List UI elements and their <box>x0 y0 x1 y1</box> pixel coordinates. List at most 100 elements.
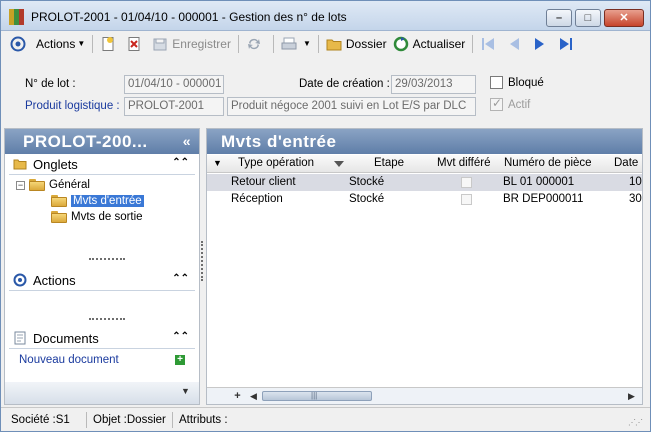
tree-node-mvts-entree[interactable]: Mvts d'entrée <box>51 195 144 207</box>
collapse-icon[interactable]: ⌃⌃ <box>172 157 189 168</box>
chevron-down-icon: ▼ <box>77 39 86 48</box>
product-description-field[interactable]: Produit négoce 2001 suivi en Lot E/S par… <box>227 97 476 116</box>
cell-numero: BL 01 000001 <box>503 176 575 188</box>
folder-button[interactable]: Dossier <box>323 33 390 55</box>
horizontal-scrollbar[interactable]: + ◀ ||| ▶ <box>207 387 642 404</box>
status-attributes: Attributs : <box>179 414 228 426</box>
cell-etape: Stocké <box>349 176 385 188</box>
navigation-panel: PROLOT-200... « Onglets ⌃⌃ − Général Mvt… <box>4 128 200 405</box>
delete-button[interactable] <box>123 33 149 55</box>
add-icon[interactable]: + <box>175 355 185 365</box>
tabs-section-title: Onglets <box>33 156 78 172</box>
print-menu[interactable]: ▼ <box>278 33 314 55</box>
next-icon <box>532 36 548 52</box>
tree-expander[interactable]: − <box>16 181 25 190</box>
cell-etape: Stocké <box>349 193 385 205</box>
scrollbar-thumb[interactable]: ||| <box>262 391 372 401</box>
cell-type: Réception <box>231 193 283 205</box>
actions-label: Actions <box>36 36 76 51</box>
panel-splitter[interactable] <box>201 241 204 281</box>
target-button[interactable] <box>7 33 33 55</box>
new-button[interactable] <box>97 33 123 55</box>
column-header-etape[interactable]: Etape <box>374 157 404 169</box>
scroll-left-icon[interactable]: ◀ <box>247 390 260 402</box>
toolbar: Actions ▼ Enregistrer ▼ Dossier Actualis… <box>1 31 650 56</box>
resize-grip-icon[interactable]: ⋰⋰ <box>628 418 643 427</box>
lot-number-field[interactable]: 01/04/10 - 000001 <box>124 75 224 94</box>
column-header-mvt-differe[interactable]: Mvt différé <box>437 157 490 169</box>
cell-date: 10 <box>629 176 642 188</box>
previous-icon <box>506 36 522 52</box>
column-header-numero[interactable]: Numéro de pièce <box>504 157 592 169</box>
first-record-button[interactable] <box>477 33 503 55</box>
tabs-tree: − Général Mvts d'entrée Mvts de sortie <box>5 175 199 237</box>
collapse-panel-icon[interactable]: « <box>183 129 191 154</box>
last-record-button[interactable] <box>555 33 581 55</box>
previous-record-button[interactable] <box>503 33 529 55</box>
panel-scroll-down[interactable]: ▼ <box>5 382 199 404</box>
product-code-field[interactable]: PROLOT-2001 <box>124 97 224 116</box>
folder-open-icon <box>13 157 27 171</box>
toolbar-divider <box>272 34 274 53</box>
column-menu-icon[interactable]: ▼ <box>213 158 222 168</box>
logistic-product-link[interactable]: Produit logistique : <box>25 100 120 112</box>
refresh-icon <box>393 36 409 52</box>
actions-section-header[interactable]: Actions ⌃⌃ <box>5 270 199 290</box>
save-button[interactable]: Enregistrer <box>149 33 234 55</box>
actions-section: Actions ⌃⌃ <box>5 270 199 320</box>
folder-icon <box>326 36 342 52</box>
resize-grip[interactable] <box>89 258 125 260</box>
tabs-section-header[interactable]: Onglets ⌃⌃ <box>5 154 199 174</box>
tree-node-label: Mvts d'entrée <box>71 195 144 207</box>
navigation-panel-header: PROLOT-200... « <box>5 129 199 154</box>
status-company: Société :S1 <box>7 412 87 428</box>
deferred-checkbox[interactable] <box>461 194 472 205</box>
collapse-icon[interactable]: ⌃⌃ <box>172 331 189 342</box>
close-icon: ✕ <box>619 12 629 24</box>
chevron-down-icon: ▼ <box>302 39 311 48</box>
minimize-button[interactable]: – <box>546 9 572 27</box>
collapse-icon[interactable]: ⌃⌃ <box>172 273 189 284</box>
maximize-button[interactable]: □ <box>575 9 601 27</box>
creation-date-field[interactable]: 29/03/2013 <box>391 75 476 94</box>
cell-numero: BR DEP000011 <box>503 193 584 205</box>
tree-node-mvts-sortie[interactable]: Mvts de sortie <box>51 211 143 223</box>
minimize-icon: – <box>555 12 563 24</box>
resize-grip[interactable] <box>89 318 125 320</box>
toolbar-divider <box>472 34 474 53</box>
scroll-right-icon[interactable]: ▶ <box>625 390 638 402</box>
refresh-arrows-button[interactable] <box>243 33 269 55</box>
new-document-icon <box>100 36 116 52</box>
close-button[interactable]: ✕ <box>604 9 644 27</box>
add-row-icon[interactable]: + <box>231 390 244 402</box>
column-header-date[interactable]: Date <box>614 157 638 169</box>
new-document-link[interactable]: Nouveau document <box>19 354 119 366</box>
blocked-checkbox[interactable] <box>490 76 503 89</box>
actions-menu[interactable]: Actions ▼ <box>33 33 88 55</box>
cell-type: Retour client <box>231 176 296 188</box>
actions-section-title: Actions <box>33 272 76 288</box>
check-icon: ✓ <box>492 96 503 110</box>
chevron-down-icon: ▼ <box>181 386 190 396</box>
column-header-type[interactable]: Type opération <box>238 157 314 169</box>
deferred-checkbox[interactable] <box>461 177 472 188</box>
documents-section-header[interactable]: Documents ⌃⌃ <box>5 328 199 348</box>
refresh-button[interactable]: Actualiser <box>390 33 469 55</box>
title-bar[interactable]: PROLOT-2001 - 01/04/10 - 000001 - Gestio… <box>1 1 650 31</box>
last-icon <box>558 36 574 52</box>
tree-node-label: Général <box>49 179 90 191</box>
table-row[interactable]: Retour client Stocké BL 01 000001 10 <box>207 174 642 191</box>
folder-label: Dossier <box>345 36 387 51</box>
section-divider <box>9 348 195 349</box>
document-icon <box>13 331 27 345</box>
cell-date: 30 <box>629 193 642 205</box>
folder-open-icon <box>51 195 67 207</box>
app-icon <box>9 9 25 25</box>
grid-header: ▼ Type opération Etape Mvt différé Numér… <box>207 155 642 173</box>
refresh-label: Actualiser <box>412 36 466 51</box>
next-record-button[interactable] <box>529 33 555 55</box>
table-row[interactable]: Réception Stocké BR DEP000011 30 <box>207 191 642 208</box>
active-checkbox[interactable]: ✓ <box>490 96 503 111</box>
toolbar-divider <box>237 34 239 53</box>
tree-node-general[interactable]: Général <box>29 179 90 191</box>
